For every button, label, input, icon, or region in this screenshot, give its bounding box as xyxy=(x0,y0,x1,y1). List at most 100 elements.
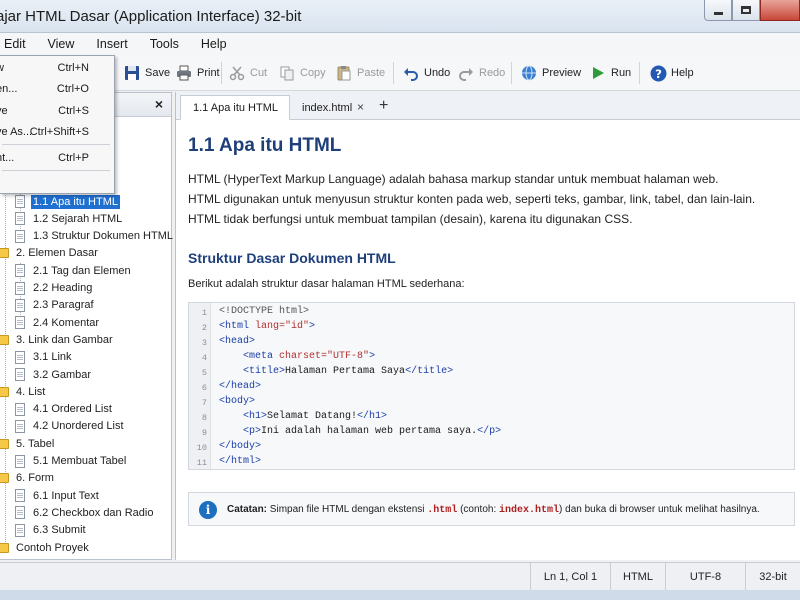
tree-item[interactable]: 6.2 Checkbox dan Radio xyxy=(15,504,155,521)
editor-area: 1.1 Apa itu HTML index.html × + 1.1 Apa … xyxy=(175,92,800,560)
tree-item-label: 1.1 Apa itu HTML xyxy=(31,194,120,209)
line-number: 3 xyxy=(201,338,207,348)
tree-item[interactable]: 4.1 Ordered List xyxy=(15,401,114,418)
add-tab-icon[interactable]: + xyxy=(379,97,388,115)
document-icon xyxy=(15,489,25,503)
tree-item[interactable]: 6.1 Input Text xyxy=(15,487,101,504)
line-number: 7 xyxy=(201,398,207,408)
redo-button[interactable]: Redo xyxy=(457,62,505,84)
code-line: <!DOCTYPE html> xyxy=(219,306,309,317)
tree-item-label: 6.2 Checkbox dan Radio xyxy=(33,506,154,519)
line-number: 5 xyxy=(201,368,207,378)
tree-item[interactable]: 2.1 Tag dan Elemen xyxy=(15,262,133,279)
menu-item-save[interactable]: ve Ctrl+S xyxy=(0,101,113,121)
menu-separator xyxy=(2,144,110,145)
cut-label: Cut xyxy=(250,67,268,79)
menu-item-new[interactable]: w Ctrl+N xyxy=(0,58,113,78)
code-text: Selamat Datang! xyxy=(267,411,358,422)
copy-button[interactable]: Copy xyxy=(278,62,326,84)
tree-folder[interactable]: Contoh Proyek xyxy=(0,539,91,556)
code-line: <html lang="id"> xyxy=(219,321,315,332)
code-line: </head> xyxy=(219,381,261,392)
menu-view[interactable]: View xyxy=(37,33,86,55)
code-text: Halaman Pertama Saya xyxy=(285,366,406,377)
architecture: 32-bit xyxy=(745,563,800,591)
note-text: Catatan: Simpan file HTML dengan ekstens… xyxy=(227,504,760,516)
line-number: 9 xyxy=(201,428,207,438)
tree-item-label: 1.2 Sejarah HTML xyxy=(33,212,123,225)
close-panel-icon[interactable]: × xyxy=(155,96,163,112)
code-line: <title>Halaman Pertama Saya</title> xyxy=(219,366,453,377)
tree-folder[interactable]: 6. Form xyxy=(0,470,56,487)
document-icon xyxy=(15,281,25,295)
tree-item-label: 6.3 Submit xyxy=(33,524,86,537)
tree-item[interactable]: 2.4 Komentar xyxy=(15,314,101,331)
help-button[interactable]: ? Help xyxy=(649,62,694,84)
code-line: <head> xyxy=(219,336,255,347)
menu-item-label: w xyxy=(0,62,4,74)
tree-item[interactable]: 3.1 Link xyxy=(15,349,74,366)
tree-folder[interactable]: 3. Link dan Gambar xyxy=(0,331,115,348)
tab-label: index.html xyxy=(302,101,353,114)
encoding[interactable]: UTF-8 xyxy=(665,563,745,591)
note-text-part: (contoh: xyxy=(460,504,497,515)
minimize-button[interactable] xyxy=(704,0,732,21)
menu-item-print[interactable]: nt... Ctrl+P xyxy=(0,148,113,168)
maximize-icon xyxy=(741,6,751,14)
toolbar-separator xyxy=(511,62,512,84)
tree-item[interactable]: 3.2 Gambar xyxy=(15,366,93,383)
preview-button[interactable]: Preview xyxy=(520,62,581,84)
tab-apa-itu-html[interactable]: 1.1 Apa itu HTML xyxy=(180,95,290,120)
tree-item[interactable]: 1.2 Sejarah HTML xyxy=(15,210,124,227)
paste-button[interactable]: Paste xyxy=(335,62,385,84)
redo-label: Redo xyxy=(479,67,506,79)
tree-item[interactable]: 1.1 Apa itu HTML xyxy=(15,193,120,210)
section-heading: Struktur Dasar Dokumen HTML xyxy=(188,250,396,266)
save-button[interactable]: Save xyxy=(123,62,170,84)
code-block[interactable]: 1 2 3 4 5 6 7 8 9 10 11 <!DOCTYPE html> … xyxy=(188,302,795,470)
folder-icon xyxy=(0,386,9,397)
close-window-button[interactable] xyxy=(760,0,800,21)
tree-item[interactable]: 1.3 Struktur Dokumen HTML xyxy=(15,228,175,245)
tree-item[interactable]: 6.3 Submit xyxy=(15,522,88,539)
document-icon xyxy=(15,350,25,364)
menu-item-open[interactable]: en... Ctrl+O xyxy=(0,79,113,99)
code-tag: > xyxy=(309,321,316,332)
close-tab-icon[interactable]: × xyxy=(357,100,364,114)
window-title: ajar HTML Dasar (Application Interface) … xyxy=(0,8,302,25)
tree-item[interactable]: 2.2 Heading xyxy=(15,280,94,297)
globe-icon xyxy=(520,64,538,82)
menu-edit[interactable]: Edit xyxy=(0,33,37,55)
menu-tools[interactable]: Tools xyxy=(139,33,190,55)
undo-button[interactable]: Undo xyxy=(402,62,450,84)
code-line: </body> xyxy=(219,441,261,452)
tree-item-label: 6.1 Input Text xyxy=(33,489,99,502)
maximize-button[interactable] xyxy=(732,0,760,21)
print-button[interactable]: Print xyxy=(175,62,220,84)
tree-folder[interactable]: 4. List xyxy=(0,383,47,400)
menu-item-label: ve xyxy=(0,105,8,117)
help-icon: ? xyxy=(649,64,667,82)
cut-button[interactable]: Cut xyxy=(228,62,267,84)
language-mode[interactable]: HTML xyxy=(610,563,665,591)
play-icon xyxy=(589,64,607,82)
code-line: <p>Ini adalah halaman web pertama saya.<… xyxy=(219,426,501,437)
menu-item-save-as[interactable]: ve As... Ctrl+Shift+S xyxy=(0,122,113,142)
menu-insert[interactable]: Insert xyxy=(85,33,138,55)
run-button[interactable]: Run xyxy=(589,62,631,84)
help-label: Help xyxy=(671,67,694,79)
toolbar-separator xyxy=(639,62,640,84)
menu-item-label: ve As... xyxy=(0,126,33,138)
menu-help[interactable]: Help xyxy=(190,33,238,55)
tree-item-label: 5.1 Membuat Tabel xyxy=(33,455,127,467)
tree-item[interactable]: 4.2 Unordered List xyxy=(15,418,126,435)
save-icon xyxy=(123,64,141,82)
menu-item-exit[interactable]: t xyxy=(0,173,113,193)
tree-folder[interactable]: 5. Tabel xyxy=(0,435,56,452)
tree-folder[interactable]: 2. Elemen Dasar xyxy=(0,245,100,262)
tab-index-html[interactable]: index.html × xyxy=(290,95,372,120)
tree-item[interactable]: 5.1 Membuat Tabel xyxy=(15,453,128,470)
tree-item[interactable]: 2.3 Paragraf xyxy=(15,297,96,314)
line-number: 11 xyxy=(196,458,207,468)
code-attr: lang= xyxy=(255,321,286,332)
